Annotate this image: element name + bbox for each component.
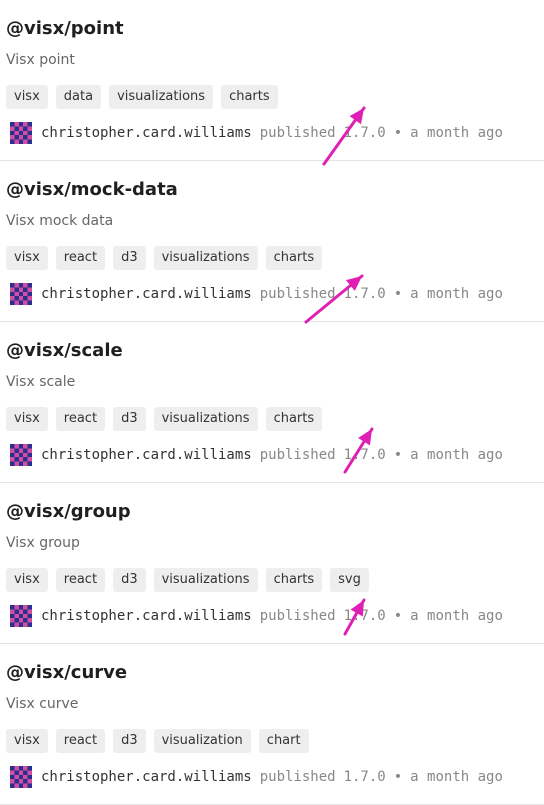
package-card: @visx/group Visx group visx react d3 visualiz… bbox=[0, 483, 544, 644]
separator-dot: • bbox=[393, 447, 403, 463]
keyword-tag[interactable]: visualizations bbox=[109, 85, 214, 109]
keyword-tag[interactable]: visx bbox=[6, 407, 48, 431]
keyword-tag[interactable]: charts bbox=[265, 246, 323, 270]
keyword-tag[interactable]: d3 bbox=[113, 729, 146, 753]
package-card: @visx/mock-data Visx mock data visx react d3… bbox=[0, 161, 544, 324]
published-label: published bbox=[259, 125, 336, 141]
package-card: @visx/curve Visx curve visx react d3 visualiz… bbox=[0, 644, 544, 805]
version-number: 1.7.0 bbox=[343, 447, 386, 463]
package-description: Visx point bbox=[6, 52, 75, 68]
keyword-tag[interactable]: visx bbox=[6, 85, 48, 109]
avatar-icon[interactable] bbox=[10, 283, 32, 305]
avatar-icon[interactable] bbox=[10, 766, 32, 788]
published-time: a month ago bbox=[410, 608, 503, 624]
package-name-link[interactable]: @visx/point bbox=[6, 18, 124, 39]
published-time: a month ago bbox=[410, 447, 503, 463]
keyword-tag[interactable]: svg bbox=[330, 568, 369, 592]
package-name-link[interactable]: @visx/curve bbox=[6, 662, 127, 683]
version-number: 1.7.0 bbox=[343, 608, 386, 624]
keyword-list: visx react d3 visualizations charts bbox=[6, 246, 323, 270]
keyword-tag[interactable]: react bbox=[55, 729, 106, 753]
publish-info: christopher.card.williams published 1.7.0 •… bbox=[10, 766, 503, 788]
keyword-tag[interactable]: d3 bbox=[113, 568, 146, 592]
keyword-tag[interactable]: react bbox=[55, 568, 106, 592]
separator-dot: • bbox=[393, 608, 403, 624]
published-label: published bbox=[259, 608, 336, 624]
keyword-tag[interactable]: chart bbox=[258, 729, 309, 753]
package-description: Visx curve bbox=[6, 696, 79, 712]
keyword-tag[interactable]: d3 bbox=[113, 407, 146, 431]
publish-info: christopher.card.williams published 1.7.0 •… bbox=[10, 605, 503, 627]
published-time: a month ago bbox=[410, 769, 503, 785]
keyword-tag[interactable]: visualization bbox=[153, 729, 251, 753]
separator-dot: • bbox=[393, 769, 403, 785]
package-name-link[interactable]: @visx/mock-data bbox=[6, 179, 178, 200]
package-name-link[interactable]: @visx/group bbox=[6, 501, 131, 522]
keyword-tag[interactable]: visualizations bbox=[153, 568, 258, 592]
keyword-list: visx react d3 visualizations charts svg bbox=[6, 568, 369, 592]
publisher-name-link[interactable]: christopher.card.williams bbox=[41, 608, 252, 624]
publish-info: christopher.card.williams published 1.7.0 •… bbox=[10, 122, 503, 144]
package-description: Visx group bbox=[6, 535, 80, 551]
separator-dot: • bbox=[393, 125, 403, 141]
keyword-tag[interactable]: visx bbox=[6, 246, 48, 270]
keyword-tag[interactable]: visualizations bbox=[153, 246, 258, 270]
keyword-tag[interactable]: visx bbox=[6, 729, 48, 753]
keyword-tag[interactable]: data bbox=[55, 85, 102, 109]
published-label: published bbox=[259, 286, 336, 302]
keyword-tag[interactable]: visualizations bbox=[153, 407, 258, 431]
version-number: 1.7.0 bbox=[343, 286, 386, 302]
keyword-tag[interactable]: charts bbox=[265, 407, 323, 431]
keyword-list: visx data visualizations charts bbox=[6, 85, 278, 109]
package-description: Visx scale bbox=[6, 374, 76, 390]
keyword-tag[interactable]: charts bbox=[221, 85, 278, 109]
published-label: published bbox=[259, 447, 336, 463]
publisher-name-link[interactable]: christopher.card.williams bbox=[41, 769, 252, 785]
published-label: published bbox=[259, 769, 336, 785]
published-time: a month ago bbox=[410, 125, 503, 141]
version-number: 1.7.0 bbox=[343, 769, 386, 785]
package-card: @visx/point Visx point visx data visualizati… bbox=[0, 0, 544, 166]
avatar-icon[interactable] bbox=[10, 605, 32, 627]
keyword-tag[interactable]: visx bbox=[6, 568, 48, 592]
package-name-link[interactable]: @visx/scale bbox=[6, 340, 123, 361]
publisher-name-link[interactable]: christopher.card.williams bbox=[41, 447, 252, 463]
publish-info: christopher.card.williams published 1.7.0 •… bbox=[10, 283, 503, 305]
version-number: 1.7.0 bbox=[343, 125, 386, 141]
package-description: Visx mock data bbox=[6, 213, 114, 229]
publisher-name-link[interactable]: christopher.card.williams bbox=[41, 125, 252, 141]
package-card: @visx/scale Visx scale visx react d3 visualiz… bbox=[0, 322, 544, 483]
keyword-list: visx react d3 visualization chart bbox=[6, 729, 309, 753]
publish-info: christopher.card.williams published 1.7.0 •… bbox=[10, 444, 503, 466]
avatar-icon[interactable] bbox=[10, 122, 32, 144]
keyword-list: visx react d3 visualizations charts bbox=[6, 407, 323, 431]
keyword-tag[interactable]: react bbox=[55, 246, 106, 270]
published-time: a month ago bbox=[410, 286, 503, 302]
publisher-name-link[interactable]: christopher.card.williams bbox=[41, 286, 252, 302]
keyword-tag[interactable]: charts bbox=[265, 568, 323, 592]
separator-dot: • bbox=[393, 286, 403, 302]
avatar-icon[interactable] bbox=[10, 444, 32, 466]
keyword-tag[interactable]: react bbox=[55, 407, 106, 431]
keyword-tag[interactable]: d3 bbox=[113, 246, 146, 270]
